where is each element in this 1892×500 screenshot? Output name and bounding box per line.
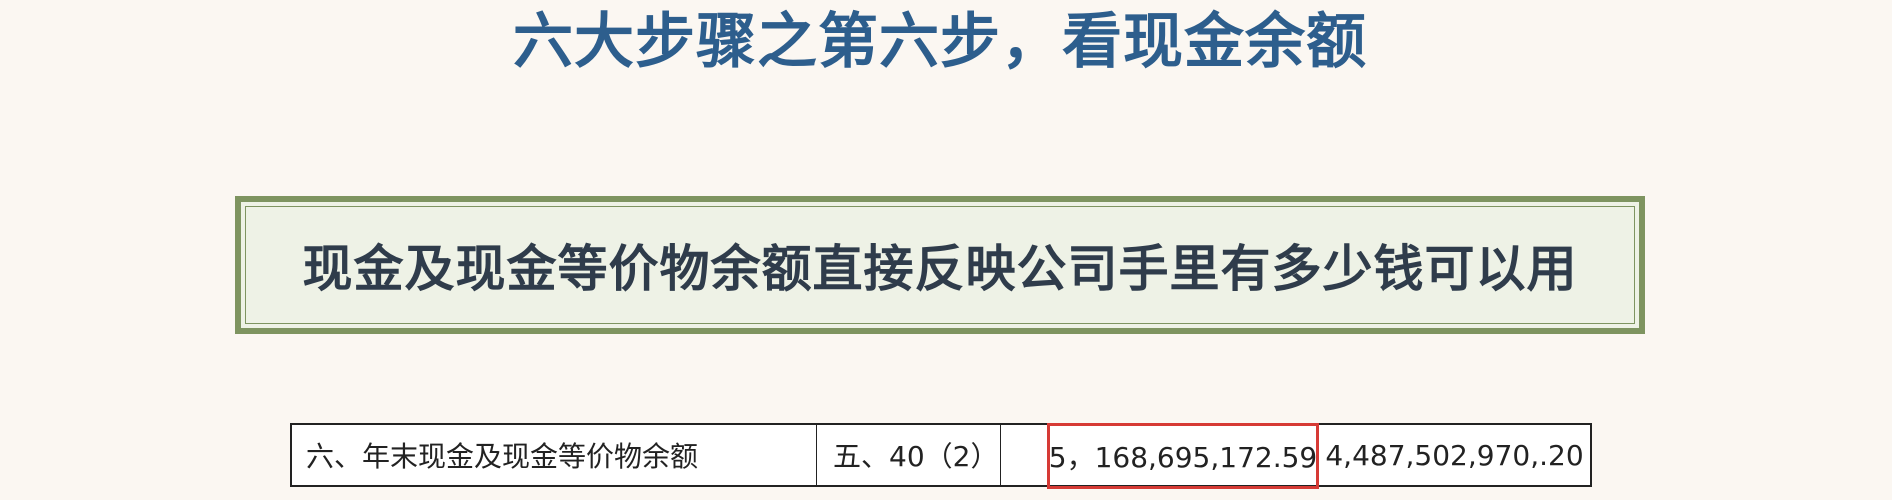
- current-year-value-highlighted: 5，168,695,172.59: [1047, 423, 1319, 489]
- blank-cell: [1001, 425, 1047, 485]
- banner-inner-frame: 现金及现金等价物余额直接反映公司手里有多少钱可以用: [245, 206, 1635, 324]
- banner-text: 现金及现金等价物余额直接反映公司手里有多少钱可以用: [302, 240, 1578, 298]
- cash-balance-table: 六、年末现金及现金等价物余额 五、40（2） 5，168,695,172.59 …: [290, 423, 1592, 489]
- item-cell: 六、年末现金及现金等价物余额: [292, 425, 817, 485]
- page-title: 六大步骤之第六步，看现金余额: [513, 7, 1367, 77]
- prior-year-value: 4,487,502,970,.20: [1325, 438, 1584, 472]
- note-cell: 五、40（2）: [817, 425, 1001, 485]
- banner-box: 现金及现金等价物余额直接反映公司手里有多少钱可以用: [235, 196, 1645, 334]
